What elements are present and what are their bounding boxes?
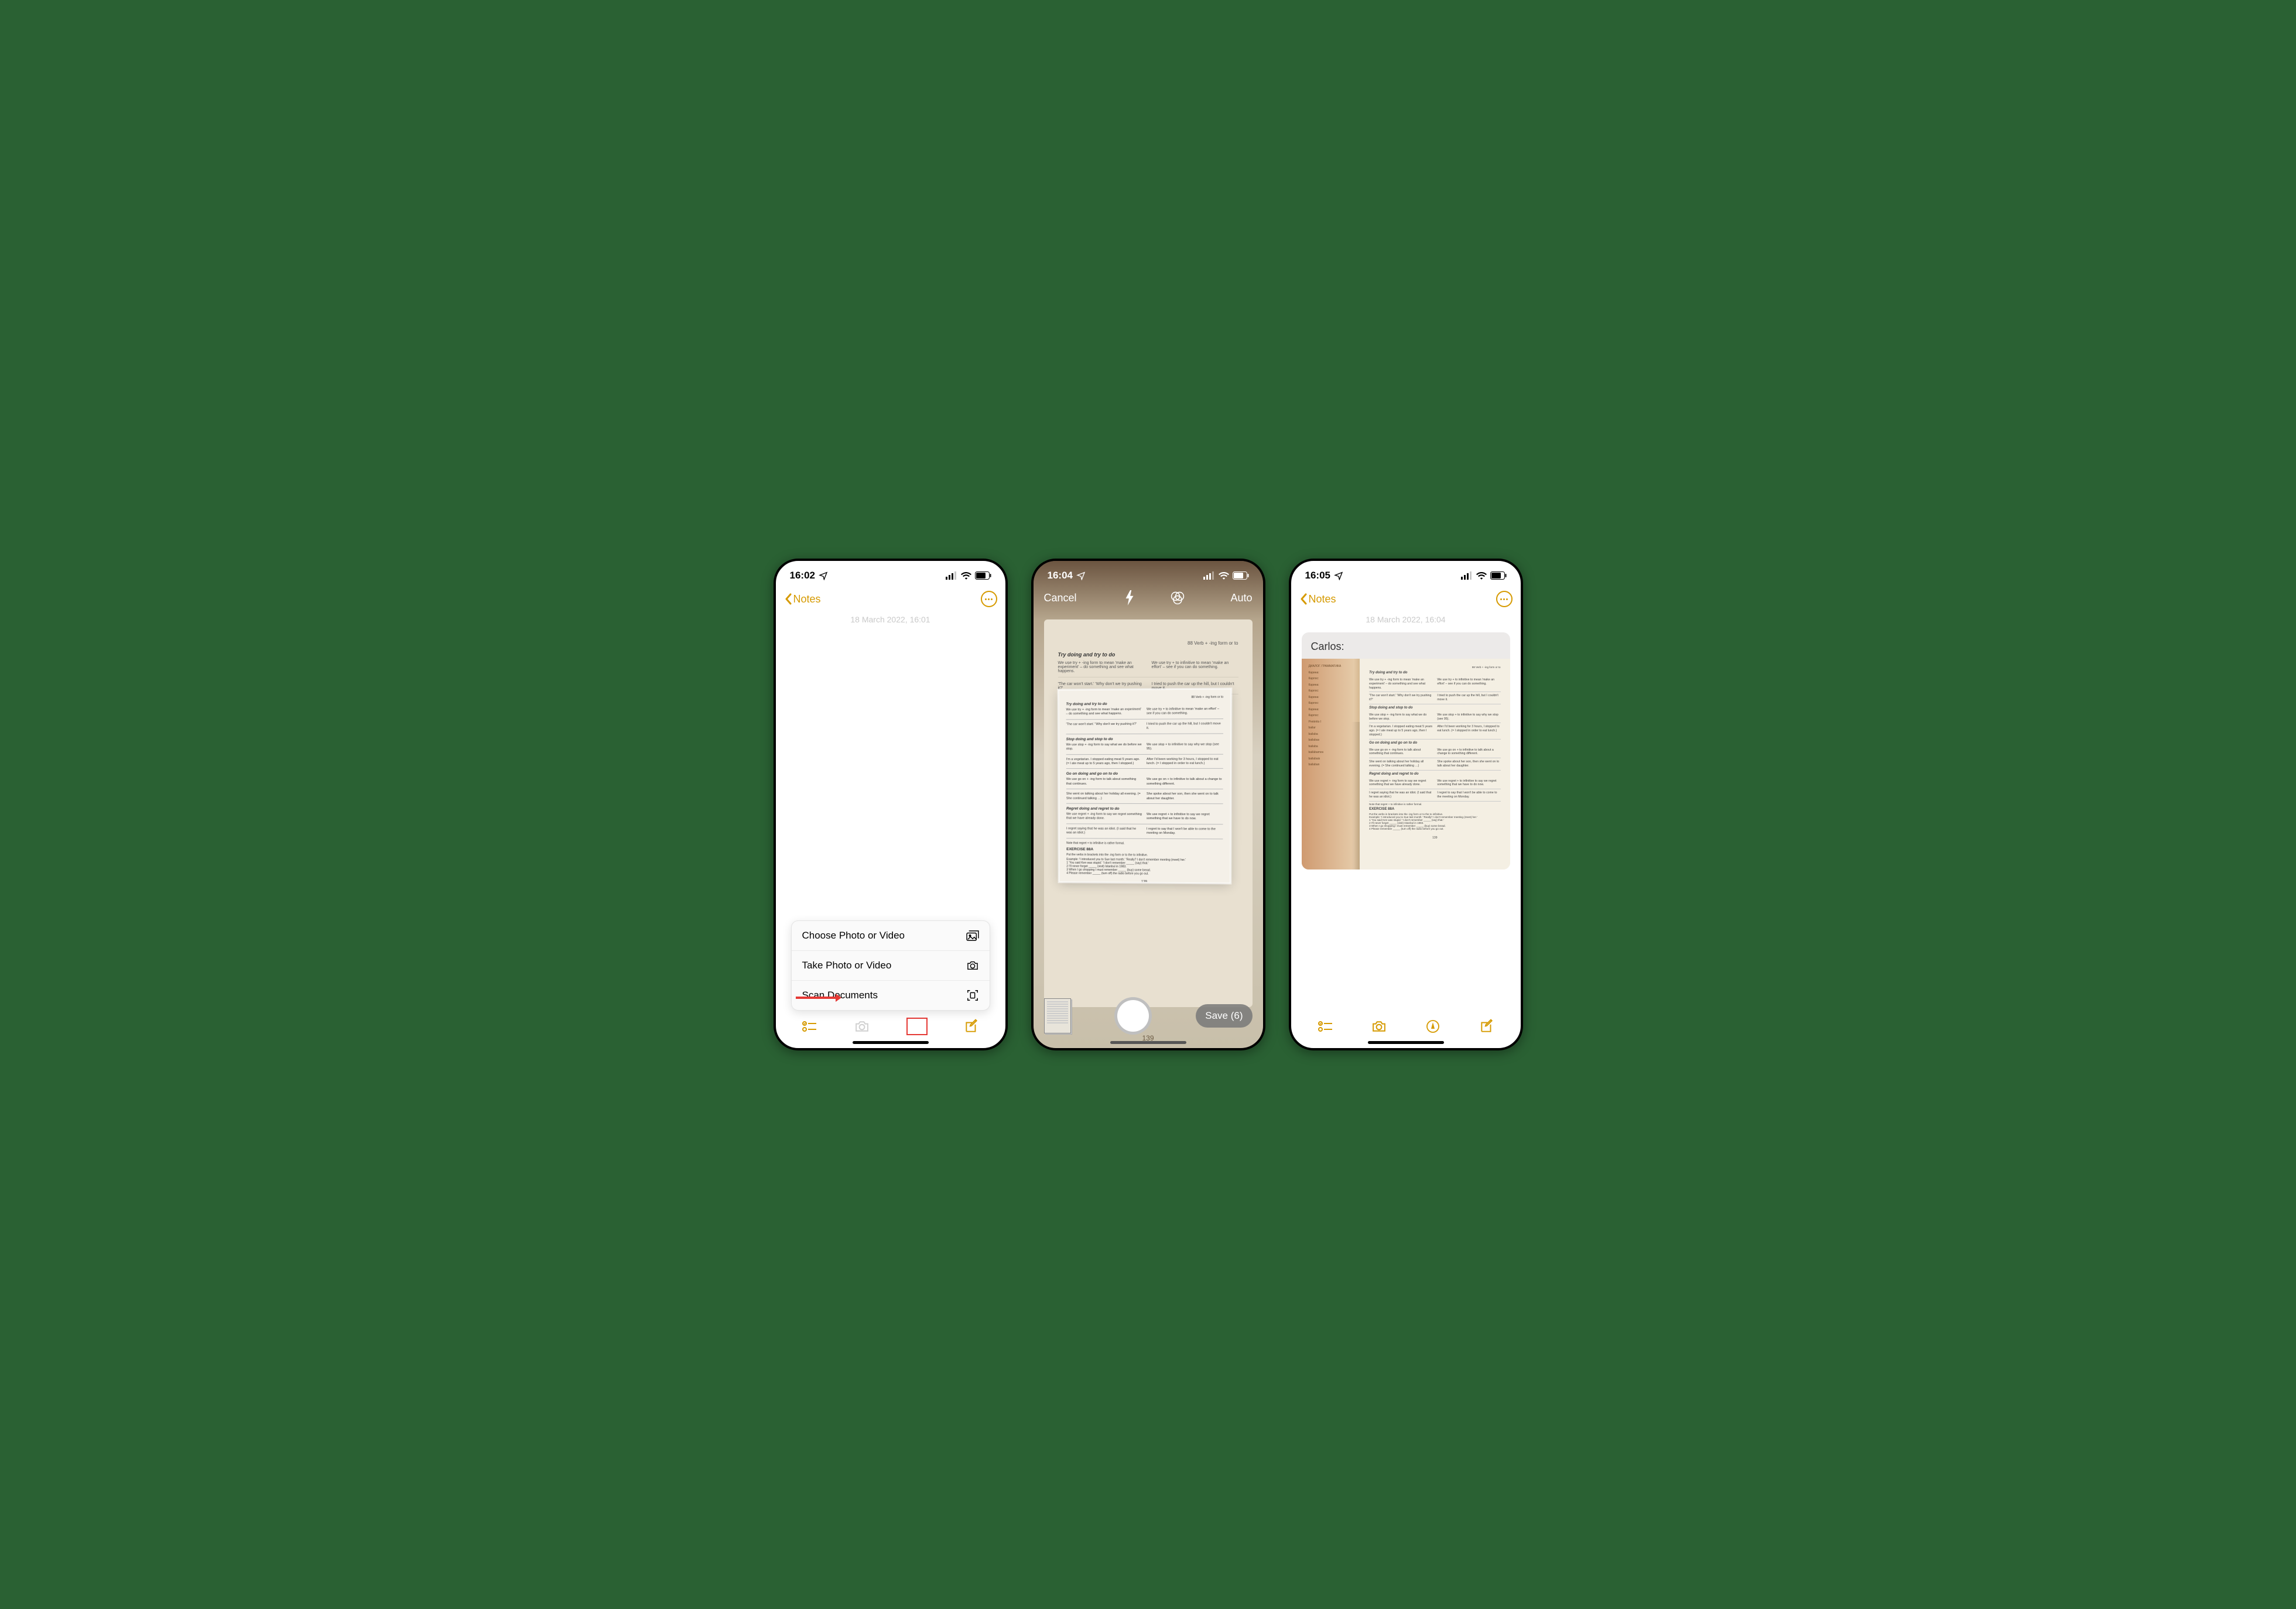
left-page-line: Карлос: (1309, 689, 1354, 694)
back-button[interactable]: Notes (784, 593, 821, 605)
choose-photo-video-item[interactable]: Choose Photo or Video (792, 921, 990, 951)
left-page-line: bailar (1309, 726, 1354, 731)
attachment-title: Carlos: (1302, 632, 1510, 659)
location-icon (1334, 571, 1343, 580)
wifi-icon (1476, 571, 1487, 580)
back-label: Notes (1309, 593, 1336, 605)
home-indicator[interactable] (853, 1041, 929, 1044)
filters-button[interactable] (1170, 590, 1185, 605)
photo-library-icon (966, 929, 979, 942)
screen-notes-result: 16:05 Notes 18 March 2022, 16:04 Carlos:… (1289, 559, 1523, 1050)
shutter-button[interactable] (1114, 997, 1152, 1035)
annotation-arrow-icon (795, 992, 841, 1004)
battery-icon (975, 571, 991, 580)
scanner-nav-bar: Cancel Auto (1034, 587, 1263, 609)
left-page-line: Карина: (1309, 683, 1354, 688)
save-label: Save (6) (1205, 1010, 1243, 1021)
back-label: Notes (793, 593, 821, 605)
home-indicator[interactable] (1110, 1041, 1186, 1044)
screen-document-scanner: 88 Verb + -ing form or to Try doing and … (1031, 559, 1265, 1050)
status-time: 16:02 (790, 570, 815, 581)
camera-toolbar-button[interactable] (853, 1018, 871, 1035)
more-button[interactable] (1496, 591, 1513, 607)
left-page-line: Карина: (1309, 671, 1354, 676)
home-indicator[interactable] (1368, 1041, 1444, 1044)
scan-icon (966, 989, 979, 1002)
book-right-page: 88 Verb + -ing form or to Try doing and … (1360, 659, 1510, 869)
chevron-left-icon (1299, 593, 1308, 605)
left-page-line: bailábamos (1309, 751, 1354, 755)
battery-icon (1233, 571, 1249, 580)
markup-button[interactable] (906, 1018, 928, 1035)
status-time: 16:05 (1305, 570, 1330, 581)
note-date: 18 March 2022, 16:01 (776, 611, 1005, 628)
flash-button[interactable] (1122, 590, 1137, 605)
wifi-icon (961, 571, 971, 580)
left-page-line: Карлос: (1309, 677, 1354, 682)
compose-button[interactable] (1478, 1018, 1496, 1035)
take-photo-video-item[interactable]: Take Photo or Video (792, 951, 990, 981)
battery-icon (1490, 571, 1507, 580)
left-page-line: bailaba (1309, 732, 1354, 737)
markup-button[interactable] (1424, 1018, 1442, 1035)
checklist-button[interactable] (800, 1018, 818, 1035)
location-icon (1076, 571, 1086, 580)
nav-bar: Notes (1291, 587, 1521, 611)
save-button[interactable]: Save (6) (1196, 1004, 1252, 1028)
cellular-icon (1461, 571, 1473, 580)
compose-button[interactable] (963, 1018, 980, 1035)
auto-mode-button[interactable]: Auto (1230, 592, 1252, 604)
sheet-label: Take Photo or Video (802, 960, 892, 971)
scan-thumbnail[interactable] (1044, 998, 1071, 1033)
left-page-line: bailaba (1309, 745, 1354, 749)
left-page-line: ДИАЛОГ. ГРАММАТИКА (1309, 665, 1354, 669)
more-button[interactable] (981, 591, 997, 607)
left-page-line: Карина: (1309, 708, 1354, 713)
status-bar: 16:05 (1291, 561, 1521, 587)
left-page-line: Карина: (1309, 696, 1354, 700)
cellular-icon (1203, 571, 1215, 580)
left-page-line: bailaban (1309, 763, 1354, 768)
nav-bar: Notes (776, 587, 1005, 611)
left-page-line: Карлос: (1309, 701, 1354, 706)
left-page-line: Карлос: (1309, 714, 1354, 718)
attachment-preview: ДИАЛОГ. ГРАММАТИКАКарина:Карлос:Карина:К… (1302, 659, 1510, 869)
status-time: 16:04 (1048, 570, 1073, 581)
location-icon (819, 571, 828, 580)
left-page-line: bailabais (1309, 757, 1354, 762)
status-bar: 16:04 (1034, 561, 1263, 587)
wifi-icon (1219, 571, 1229, 580)
checklist-button[interactable] (1316, 1018, 1334, 1035)
screen-notes-actionsheet: 16:02 Notes 18 March 2022, 16:01 Choose … (774, 559, 1008, 1050)
note-date: 18 March 2022, 16:04 (1291, 611, 1521, 628)
cancel-button[interactable]: Cancel (1044, 592, 1077, 604)
cellular-icon (946, 571, 957, 580)
scanned-document-attachment[interactable]: Carlos: ДИАЛОГ. ГРАММАТИКАКарина:Карлос:… (1302, 632, 1510, 869)
chevron-left-icon (784, 593, 792, 605)
left-page-line: bailabas (1309, 738, 1354, 743)
camera-toolbar-button[interactable] (1370, 1018, 1388, 1035)
camera-icon (966, 959, 979, 972)
left-page-line: Pretérito I (1309, 720, 1354, 725)
sheet-label: Choose Photo or Video (802, 930, 905, 942)
scanner-bottom-bar: Save (6) (1034, 984, 1263, 1048)
back-button[interactable]: Notes (1299, 593, 1336, 605)
status-bar: 16:02 (776, 561, 1005, 587)
book-left-page: ДИАЛОГ. ГРАММАТИКАКарина:Карлос:Карина:К… (1302, 659, 1360, 869)
